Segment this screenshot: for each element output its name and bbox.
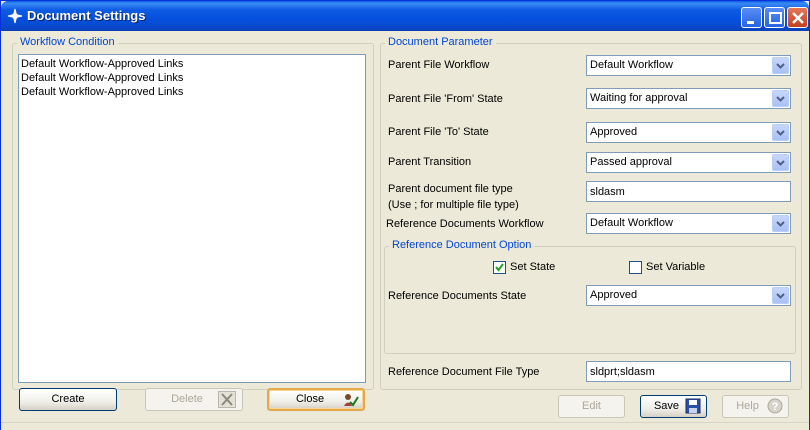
checkmark-icon bbox=[495, 263, 504, 272]
ref-docs-state-label: Reference Documents State bbox=[388, 290, 527, 302]
parent-doc-type-field[interactable] bbox=[586, 181, 791, 202]
set-state-checkbox[interactable] bbox=[493, 261, 506, 274]
parent-from-state-select[interactable]: Waiting for approval bbox=[586, 88, 791, 109]
document-parameter-legend: Document Parameter bbox=[385, 36, 496, 48]
ref-file-type-input[interactable] bbox=[587, 362, 790, 381]
close-icon bbox=[792, 12, 804, 24]
create-button[interactable]: Create bbox=[19, 388, 117, 411]
ref-docs-workflow-select[interactable]: Default Workflow bbox=[586, 213, 791, 234]
floppy-disk-icon bbox=[685, 398, 701, 414]
svg-text:?: ? bbox=[772, 401, 779, 413]
help-button[interactable]: Help ? bbox=[722, 395, 789, 418]
close-doc-check-icon bbox=[344, 394, 359, 407]
ref-docs-state-value: Approved bbox=[590, 289, 638, 301]
delete-label: Delete bbox=[171, 393, 203, 405]
parent-file-workflow-label: Parent File Workflow bbox=[388, 59, 490, 71]
parent-doc-type-label: Parent document file type bbox=[388, 183, 513, 195]
ref-docs-workflow-label: Reference Documents Workflow bbox=[386, 218, 544, 230]
delete-button[interactable]: Delete bbox=[145, 388, 243, 411]
help-icon: ? bbox=[767, 398, 783, 414]
parent-transition-label: Parent Transition bbox=[388, 156, 472, 168]
chevron-down-icon[interactable] bbox=[772, 287, 789, 304]
maximize-icon bbox=[769, 12, 782, 24]
parent-from-state-value: Waiting for approval bbox=[590, 92, 688, 104]
maximize-button[interactable] bbox=[764, 7, 785, 28]
close-window-button[interactable] bbox=[787, 7, 808, 28]
list-item[interactable]: Default Workflow-Approved Links bbox=[21, 85, 363, 99]
ref-file-type-label: Reference Document File Type bbox=[388, 366, 540, 378]
parent-to-state-value: Approved bbox=[590, 126, 638, 138]
ref-docs-state-select[interactable]: Approved bbox=[586, 285, 791, 306]
chevron-down-icon[interactable] bbox=[772, 154, 789, 171]
chevron-down-icon[interactable] bbox=[772, 57, 789, 74]
set-variable-label[interactable]: Set Variable bbox=[646, 261, 705, 273]
edit-label: Edit bbox=[582, 400, 601, 412]
create-label: Create bbox=[51, 393, 85, 405]
parent-transition-value: Passed approval bbox=[590, 156, 672, 168]
app-icon bbox=[7, 8, 23, 24]
chevron-down-icon[interactable] bbox=[772, 90, 789, 107]
status-bar bbox=[1, 422, 809, 430]
save-label: Save bbox=[653, 400, 680, 412]
list-item[interactable]: Default Workflow-Approved Links bbox=[21, 71, 363, 85]
workflow-condition-legend: Workflow Condition bbox=[17, 36, 118, 48]
list-item[interactable]: Default Workflow-Approved Links bbox=[21, 57, 363, 71]
window-title: Document Settings bbox=[27, 8, 146, 23]
ref-file-type-field[interactable] bbox=[586, 361, 791, 382]
set-state-label[interactable]: Set State bbox=[510, 261, 555, 273]
minimize-icon bbox=[747, 21, 754, 24]
minimize-button[interactable] bbox=[741, 7, 762, 28]
chevron-down-icon[interactable] bbox=[772, 124, 789, 141]
workflow-condition-list[interactable]: Default Workflow-Approved Links Default … bbox=[18, 54, 366, 383]
close-button[interactable]: Close bbox=[267, 388, 365, 411]
parent-doc-type-hint: (Use ; for multiple file type) bbox=[388, 199, 519, 211]
delete-x-icon bbox=[218, 391, 236, 408]
parent-to-state-label: Parent File 'To' State bbox=[388, 126, 489, 138]
parent-from-state-label: Parent File 'From' State bbox=[388, 93, 503, 105]
parent-file-workflow-value: Default Workflow bbox=[590, 59, 673, 71]
title-bar: Document Settings bbox=[1, 1, 809, 31]
reference-document-option-legend: Reference Document Option bbox=[389, 239, 535, 251]
chevron-down-icon[interactable] bbox=[772, 215, 789, 232]
document-settings-window: Document Settings Workflow Condition Def… bbox=[0, 0, 810, 430]
ref-docs-workflow-value: Default Workflow bbox=[590, 217, 673, 229]
parent-to-state-select[interactable]: Approved bbox=[586, 122, 791, 143]
parent-file-workflow-select[interactable]: Default Workflow bbox=[586, 55, 791, 76]
edit-button[interactable]: Edit bbox=[558, 395, 625, 418]
save-button[interactable]: Save bbox=[640, 395, 707, 418]
parent-doc-type-input[interactable] bbox=[587, 182, 790, 201]
set-variable-checkbox[interactable] bbox=[629, 261, 642, 274]
parent-transition-select[interactable]: Passed approval bbox=[586, 152, 791, 173]
close-label: Close bbox=[295, 393, 325, 405]
help-label: Help bbox=[736, 400, 759, 412]
